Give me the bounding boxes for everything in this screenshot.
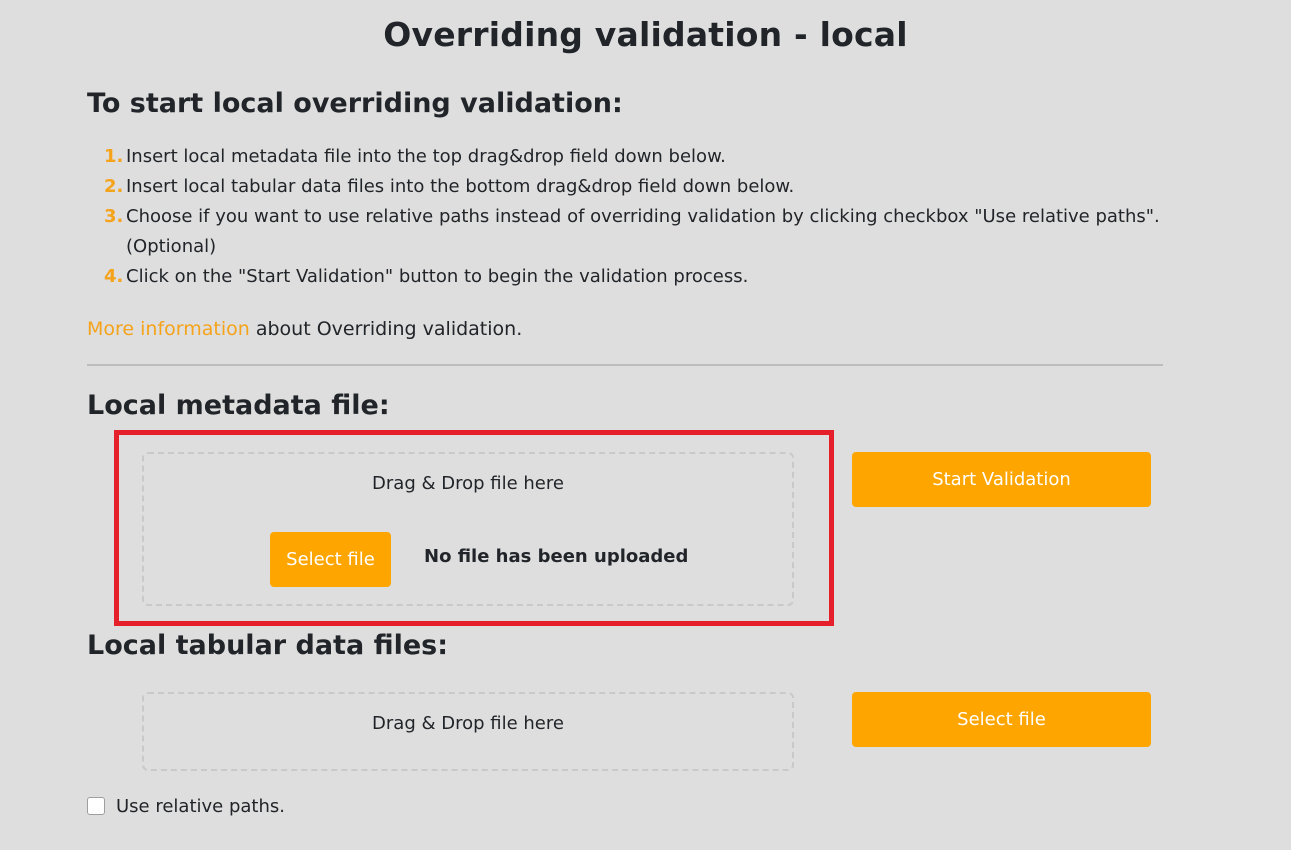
step-number: 1. <box>104 146 124 167</box>
tabular-dropzone-text: Drag & Drop file here <box>372 713 564 734</box>
step-text: Choose if you want to use relative paths… <box>126 206 1160 257</box>
start-validation-button[interactable]: Start Validation <box>852 452 1151 507</box>
tabular-dropzone[interactable]: Drag & Drop file here <box>142 692 794 771</box>
instruction-step: 4. Click on the "Start Validation" butto… <box>104 262 1164 292</box>
instructions-list: 1. Insert local metadata file into the t… <box>104 142 1164 292</box>
step-text: Insert local tabular data files into the… <box>126 176 795 197</box>
page: Overriding validation - local To start l… <box>0 0 1291 850</box>
instructions-heading: To start local overriding validation: <box>87 88 623 119</box>
more-information-link[interactable]: More information <box>87 318 250 340</box>
step-number: 3. <box>104 206 124 227</box>
step-number: 4. <box>104 266 124 287</box>
page-title: Overriding validation - local <box>383 15 908 54</box>
instruction-step: 1. Insert local metadata file into the t… <box>104 142 1164 172</box>
step-text: Click on the "Start Validation" button t… <box>126 266 749 287</box>
relative-paths-label[interactable]: Use relative paths. <box>116 795 285 819</box>
tabular-select-file-button[interactable]: Select file <box>852 692 1151 747</box>
section-divider <box>87 364 1163 366</box>
highlight-frame <box>114 430 834 626</box>
more-info-paragraph: More information about Overriding valida… <box>87 314 522 344</box>
more-info-suffix: about Overriding validation. <box>249 318 523 340</box>
metadata-heading: Local metadata file: <box>87 390 390 421</box>
step-number: 2. <box>104 176 124 197</box>
tabular-heading: Local tabular data files: <box>87 630 449 661</box>
instruction-step: 3. Choose if you want to use relative pa… <box>104 202 1164 262</box>
instruction-step: 2. Insert local tabular data files into … <box>104 172 1164 202</box>
relative-paths-checkbox[interactable] <box>87 797 105 815</box>
step-text: Insert local metadata file into the top … <box>126 146 726 167</box>
